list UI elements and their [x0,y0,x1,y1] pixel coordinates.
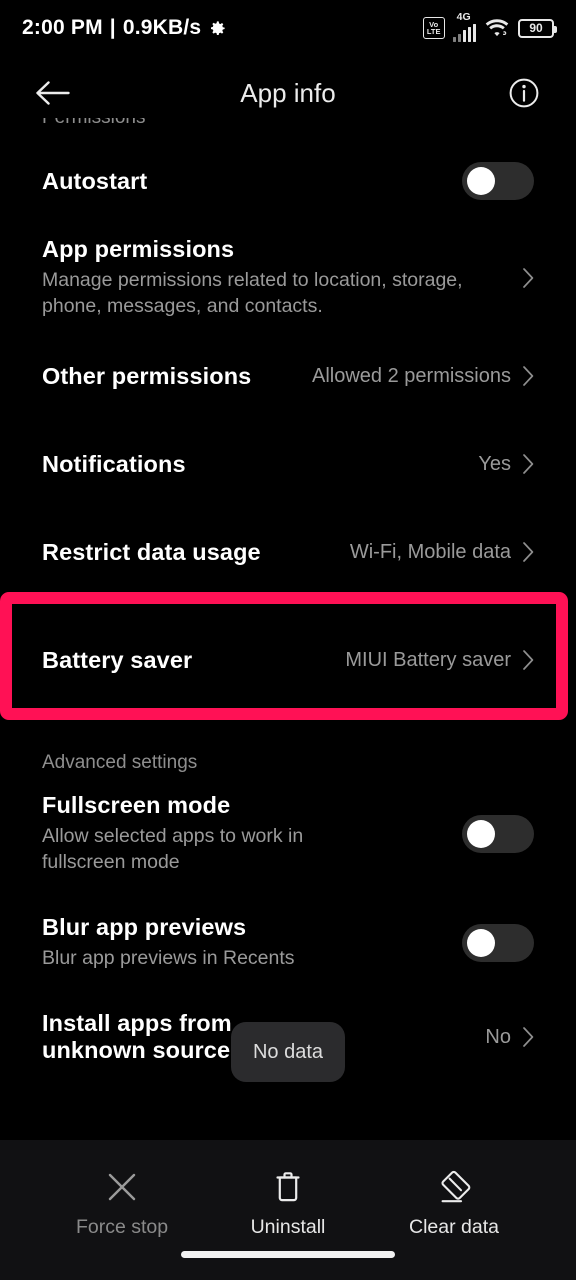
row-fullscreen-mode-title: Fullscreen mode [42,792,231,819]
chevron-right-icon [523,268,534,288]
home-indicator[interactable] [181,1251,395,1258]
row-battery-saver[interactable]: Battery saver MIUI Battery saver [42,596,534,724]
row-install-unknown-sources-right: No [485,1026,534,1049]
row-blur-app-previews-right [462,924,534,962]
row-fullscreen-mode-right [462,815,534,853]
chevron-right-icon [523,454,534,474]
row-app-permissions-texts: App permissions Manage permissions relat… [42,236,523,319]
row-battery-saver-texts: Battery saver [42,647,345,674]
row-blur-app-previews[interactable]: Blur app previews Blur app previews in R… [42,894,534,992]
row-other-permissions-texts: Other permissions [42,363,312,390]
row-other-permissions-right: Allowed 2 permissions [312,365,534,388]
phone-screen: 2:00 PM | 0.9KB/s Vo LTE 4G 90 App info … [0,0,576,1280]
fullscreen-mode-toggle[interactable] [462,815,534,853]
bottom-action-bar: Force stop Uninstall Clear data [0,1140,576,1280]
autostart-toggle[interactable] [462,162,534,200]
cellular-signal-icon: 4G [452,11,476,42]
row-battery-saver-title: Battery saver [42,646,193,673]
row-blur-app-previews-texts: Blur app previews Blur app previews in R… [42,914,462,972]
chevron-right-icon [523,650,534,670]
wifi-icon [484,18,510,38]
autostart-toggle-knob [467,167,495,195]
uninstall-button[interactable]: Uninstall [223,1166,353,1239]
row-other-permissions-value: Allowed 2 permissions [312,364,511,387]
row-autostart-title: Autostart [42,167,148,194]
close-x-icon [105,1166,139,1208]
row-notifications-title: Notifications [42,450,186,477]
page-title: App info [240,77,336,108]
row-blur-app-previews-title: Blur app previews [42,914,247,941]
status-bar-right: Vo LTE 4G 90 [422,11,557,42]
network-type-label: 4G [456,11,471,23]
row-other-permissions-title: Other permissions [42,362,252,389]
row-fullscreen-mode[interactable]: Fullscreen mode Allow selected apps to w… [42,774,534,894]
row-autostart-texts: Autostart [42,168,462,195]
volte-icon: Vo LTE [422,17,445,39]
clear-data-button[interactable]: Clear data [389,1166,519,1239]
info-circle-icon[interactable] [508,77,540,109]
toast-no-data: No data [231,1022,345,1082]
row-restrict-data-usage[interactable]: Restrict data usage Wi-Fi, Mobile data [42,508,534,596]
row-restrict-data-usage-right: Wi-Fi, Mobile data [350,541,534,564]
bottom-actions: Force stop Uninstall Clear data [0,1140,576,1239]
settings-list[interactable]: Permissions Autostart App permissions Ma… [0,118,576,1140]
row-app-permissions[interactable]: App permissions Manage permissions relat… [42,224,534,332]
row-app-permissions-right [523,268,534,288]
toast-message: No data [252,1040,324,1063]
eraser-icon [435,1166,473,1208]
force-stop-button[interactable]: Force stop [57,1166,187,1239]
row-notifications-right: Yes [478,453,534,476]
blur-app-previews-toggle-knob [467,929,495,957]
row-notifications-texts: Notifications [42,451,478,478]
clear-data-label: Clear data [409,1216,499,1238]
row-other-permissions[interactable]: Other permissions Allowed 2 permissions [42,332,534,420]
row-restrict-data-usage-title: Restrict data usage [42,538,261,565]
row-app-permissions-title: App permissions [42,236,235,263]
volte-bottom-label: LTE [426,27,441,36]
section-header-permissions: Permissions [42,118,534,138]
status-time: 2:00 PM [22,16,103,39]
row-blur-app-previews-subtitle: Blur app previews in Recents [42,947,295,970]
row-notifications-value: Yes [478,452,511,475]
chevron-right-icon [523,1027,534,1047]
row-restrict-data-usage-value: Wi-Fi, Mobile data [349,540,511,563]
gear-icon [208,19,227,38]
row-restrict-data-usage-texts: Restrict data usage [42,539,350,566]
section-header-advanced-settings: Advanced settings [42,752,198,773]
chevron-right-icon [523,542,534,562]
chevron-right-icon [523,366,534,386]
row-battery-saver-right: MIUI Battery saver [345,649,534,672]
fullscreen-mode-toggle-knob [467,820,495,848]
status-separator: | [109,16,116,39]
row-battery-saver-value: MIUI Battery saver [345,648,511,671]
row-app-permissions-subtitle: Manage permissions related to location, … [42,269,463,317]
battery-icon: 90 [518,18,557,38]
trash-icon [273,1166,303,1208]
battery-level-label: 90 [529,21,543,35]
row-autostart[interactable]: Autostart [42,138,534,224]
status-network-speed: 0.9KB/s [122,16,202,39]
status-bar: 2:00 PM | 0.9KB/s Vo LTE 4G 90 [0,0,576,56]
status-bar-left: 2:00 PM | 0.9KB/s [22,16,227,40]
signal-bars-icon [452,24,476,42]
blur-app-previews-toggle[interactable] [462,924,534,962]
row-notifications[interactable]: Notifications Yes [42,420,534,508]
back-arrow-icon[interactable] [36,80,72,106]
row-autostart-right [462,162,534,200]
row-install-unknown-sources-value: No [485,1025,511,1048]
row-fullscreen-mode-texts: Fullscreen mode Allow selected apps to w… [42,792,462,875]
uninstall-label: Uninstall [250,1216,326,1238]
row-fullscreen-mode-subtitle: Allow selected apps to work in fullscree… [42,825,304,873]
force-stop-label: Force stop [75,1216,169,1238]
